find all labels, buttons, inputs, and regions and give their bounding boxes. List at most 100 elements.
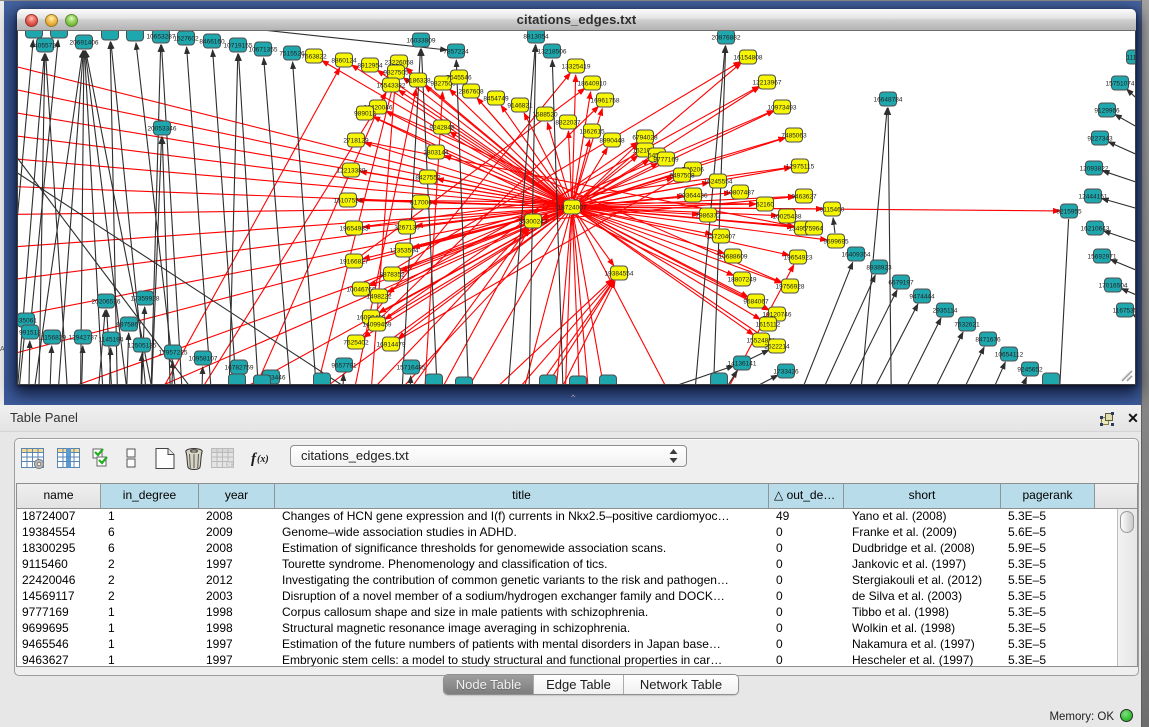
network-node[interactable]: 8990448 <box>599 133 625 147</box>
network-node[interactable]: 9115460 <box>820 202 845 216</box>
panel-divider-handle[interactable]: ⌃ <box>569 395 577 405</box>
network-node[interactable] <box>314 373 331 384</box>
network-node[interactable]: 12975115 <box>786 159 815 173</box>
network-node[interactable]: 8813054 <box>523 31 549 43</box>
network-edge-black[interactable] <box>1102 199 1135 216</box>
network-node[interactable]: 62160 <box>756 197 774 211</box>
network-node[interactable]: 12093822 <box>1080 161 1109 175</box>
network-node[interactable]: 18640910 <box>578 76 607 90</box>
network-node[interactable]: 16648784 <box>874 92 903 106</box>
network-edge-black[interactable] <box>1110 259 1135 280</box>
table-vertical-scrollbar[interactable] <box>1117 509 1137 666</box>
network-edge-black[interactable] <box>955 362 1005 384</box>
network-node[interactable]: 19654923 <box>784 250 813 264</box>
network-node[interactable]: 11123 <box>1126 50 1135 64</box>
column-header-name[interactable]: name <box>17 484 101 508</box>
network-node[interactable]: 13218506 <box>538 44 567 58</box>
network-edge-black[interactable] <box>107 310 115 384</box>
table-row[interactable]: 1938455462009Genome–wide association stu… <box>17 525 1118 541</box>
network-node[interactable]: 8454749 <box>483 91 509 105</box>
network-node[interactable]: 15692971 <box>1088 249 1117 263</box>
column-header-pagerank[interactable]: pagerank <box>1001 484 1095 508</box>
window-resize-grip[interactable] <box>1119 368 1133 382</box>
network-edge-red[interactable] <box>478 280 614 384</box>
network-edge-black[interactable] <box>1115 114 1135 140</box>
column-header-out_de[interactable]: △ out_de… <box>769 484 844 508</box>
network-edge-black[interactable] <box>888 108 892 384</box>
network-node[interactable]: 1733426 <box>773 364 799 378</box>
network-node[interactable]: 989012 <box>354 106 376 120</box>
network-node[interactable]: 2935114 <box>933 303 958 317</box>
import-table-disabled-icon[interactable] <box>211 448 234 470</box>
table-settings-icon[interactable] <box>21 448 44 470</box>
network-edge-black[interactable] <box>730 375 778 384</box>
network-node[interactable]: 16409354 <box>842 247 871 261</box>
network-edge-black[interactable] <box>1103 171 1136 190</box>
network-node[interactable]: 19166827 <box>340 254 369 268</box>
network-edge-black[interactable] <box>865 318 941 384</box>
network-edge-red[interactable] <box>420 92 443 384</box>
network-node[interactable]: 20364436 <box>679 188 708 202</box>
network-node[interactable]: 8938923 <box>866 260 892 274</box>
table-row[interactable]: 1456911722003Disruption of a novel membe… <box>17 589 1118 605</box>
network-edge-black[interactable] <box>790 262 853 384</box>
network-node[interactable] <box>229 374 246 384</box>
network-edge-red[interactable] <box>576 214 700 384</box>
table-row[interactable]: 2242004622012Investigating the contribut… <box>17 573 1118 589</box>
network-node[interactable]: 9657791 <box>331 358 357 372</box>
function-builder-icon[interactable]: f(x) <box>251 448 274 470</box>
float-panel-icon[interactable] <box>1100 412 1114 426</box>
network-node[interactable]: 9146821 <box>507 98 533 112</box>
network-node[interactable]: 16914479 <box>377 337 406 351</box>
network-node[interactable]: 10654112 <box>995 347 1024 361</box>
network-edge-black[interactable] <box>239 54 263 384</box>
network-edge-black[interactable] <box>835 304 918 384</box>
table-row[interactable]: 1830029562008Estimation of significance … <box>17 541 1118 557</box>
network-node[interactable]: 9684067 <box>743 294 769 308</box>
network-node[interactable]: 8471676 <box>975 332 1001 346</box>
network-node[interactable]: 8860124 <box>331 53 357 67</box>
network-node[interactable]: 7632621 <box>954 317 980 331</box>
network-edge-black[interactable] <box>28 341 30 384</box>
network-node[interactable]: 9699695 <box>823 234 849 248</box>
network-node[interactable] <box>711 373 728 384</box>
network-node[interactable] <box>26 31 43 38</box>
network-node[interactable]: 6794028 <box>632 130 658 144</box>
network-edge-red[interactable] <box>450 132 566 203</box>
show-columns-icon[interactable] <box>57 448 80 470</box>
network-node[interactable]: 1362615 <box>579 124 605 138</box>
network-node[interactable]: 9777169 <box>653 152 679 166</box>
network-edge-black[interactable] <box>749 350 769 360</box>
network-edge-black[interactable] <box>985 377 1027 384</box>
network-node[interactable] <box>456 377 473 384</box>
network-node[interactable]: 9227343 <box>1087 131 1113 145</box>
network-node[interactable]: 12353594 <box>390 243 419 257</box>
table-row[interactable]: 946554611997Estimation of the future num… <box>17 637 1118 653</box>
network-node[interactable]: 14055724 <box>31 38 60 52</box>
network-edge-black[interactable] <box>1127 89 1135 120</box>
network-node[interactable]: 6679197 <box>888 275 914 289</box>
network-node[interactable]: 15720407 <box>707 229 736 243</box>
table-row[interactable]: 977716911998Corpus callosum shape and si… <box>17 605 1118 621</box>
network-node[interactable]: 15751074 <box>1106 76 1135 90</box>
table-selector-dropdown[interactable]: citations_edges.txt <box>290 445 687 467</box>
tab-edge-table[interactable]: Edge Table <box>534 675 624 694</box>
network-node[interactable]: 9463627 <box>791 189 817 203</box>
network-edge-red[interactable] <box>18 80 564 205</box>
network-edge-black[interactable] <box>815 290 897 384</box>
column-header-in_degree[interactable]: in_degree <box>101 484 199 508</box>
network-node[interactable]: 75964 <box>805 221 823 235</box>
network-node[interactable]: 2867608 <box>458 84 484 98</box>
network-edge-black[interactable] <box>18 40 33 300</box>
network-edge-black[interactable] <box>1104 231 1136 250</box>
network-edge-black[interactable] <box>895 332 963 384</box>
tab-network-table[interactable]: Network Table <box>624 675 738 694</box>
network-edge-black[interactable] <box>1108 142 1135 165</box>
table-row[interactable]: 1872400712008Changes of HCN gene express… <box>17 509 1118 525</box>
network-edge-red[interactable] <box>572 75 576 199</box>
network-edge-red[interactable] <box>572 215 585 384</box>
network-edge-black[interactable] <box>136 43 180 384</box>
network-node[interactable]: 8215955 <box>1056 204 1082 218</box>
network-node[interactable]: 20691406 <box>70 35 99 49</box>
network-edge-black[interactable] <box>140 354 142 384</box>
